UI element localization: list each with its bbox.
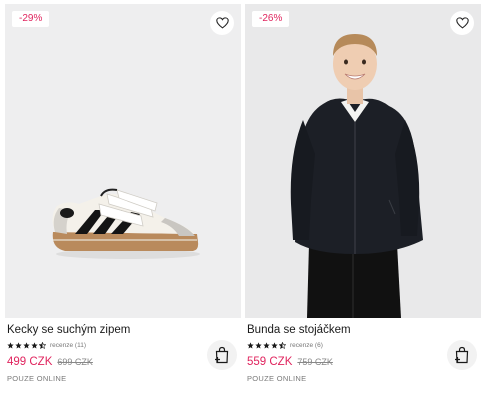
- star-icon: [271, 342, 278, 349]
- product-card[interactable]: -29% Kecky se suchým zipem recenze (11) …: [5, 0, 241, 400]
- discount-badge: -29%: [12, 11, 50, 27]
- product-rating: recenze (11): [7, 342, 86, 349]
- heart-icon: [455, 17, 469, 29]
- star-half-icon: [39, 342, 46, 349]
- product-card[interactable]: -26% Bunda se stojáčkem recenze (6) 559 …: [245, 0, 481, 400]
- review-count[interactable]: recenze (11): [50, 342, 86, 349]
- price-block: 499 CZK 699 CZK: [7, 356, 93, 368]
- current-price: 499 CZK: [7, 356, 53, 368]
- price-block: 559 CZK 759 CZK: [247, 356, 333, 368]
- availability-label: POUZE ONLINE: [7, 374, 67, 383]
- product-grid: -29% Kecky se suchým zipem recenze (11) …: [0, 0, 484, 400]
- star-icon: [263, 342, 270, 349]
- add-to-bag-button[interactable]: [447, 340, 477, 370]
- rating-stars: [247, 342, 286, 349]
- product-title[interactable]: Kecky se suchým zipem: [7, 324, 130, 336]
- current-price: 559 CZK: [247, 356, 293, 368]
- star-icon: [247, 342, 254, 349]
- star-icon: [31, 342, 38, 349]
- product-image[interactable]: -29%: [5, 4, 241, 318]
- star-icon: [23, 342, 30, 349]
- product-title[interactable]: Bunda se stojáčkem: [247, 324, 351, 336]
- wishlist-button[interactable]: [450, 11, 474, 35]
- boy-jacket-image: [245, 4, 481, 318]
- add-to-bag-icon: [455, 346, 469, 364]
- add-to-bag-icon: [215, 346, 229, 364]
- product-rating: recenze (6): [247, 342, 323, 349]
- sneaker-image: [5, 4, 241, 318]
- rating-stars: [7, 342, 46, 349]
- wishlist-button[interactable]: [210, 11, 234, 35]
- star-icon: [7, 342, 14, 349]
- discount-badge: -26%: [252, 11, 290, 27]
- review-count[interactable]: recenze (6): [290, 342, 323, 349]
- star-icon: [15, 342, 22, 349]
- star-half-icon: [279, 342, 286, 349]
- availability-label: POUZE ONLINE: [247, 374, 307, 383]
- star-icon: [255, 342, 262, 349]
- heart-icon: [215, 17, 229, 29]
- add-to-bag-button[interactable]: [207, 340, 237, 370]
- product-image[interactable]: -26%: [245, 4, 481, 318]
- old-price: 759 CZK: [297, 357, 333, 367]
- old-price: 699 CZK: [57, 357, 93, 367]
